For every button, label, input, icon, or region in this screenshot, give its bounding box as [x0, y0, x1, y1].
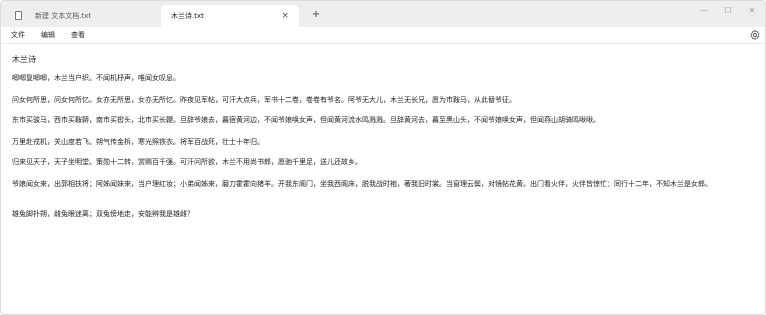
- text-line: 东市买骏马，西市买鞍鞯，南市买辔头，北市买长鞭。旦辞爷娘去，暮宿黄河边，不闻爷娘…: [12, 116, 600, 124]
- text-line: 万里赴戎机，关山度若飞。朔气传金柝，寒光照铁衣。将军百战死，壮士十年归。: [12, 138, 264, 146]
- menu-file[interactable]: 文件: [11, 27, 25, 43]
- document-icon: [15, 11, 22, 20]
- text-line: 木兰诗: [12, 55, 36, 64]
- menu-bar: 文件 编辑 查看: [1, 27, 765, 43]
- menu-view[interactable]: 查看: [71, 27, 85, 43]
- empty-text-area[interactable]: [12, 231, 758, 301]
- tab-label: 新建 文本文档.txt: [35, 12, 92, 20]
- tab-mulan-poem[interactable]: 木兰诗.txt ×: [161, 5, 299, 27]
- text-line: 归来见天子，天子坐明堂。策勋十二转，赏赐百千强。可汗问所欲，木兰不用尚书郎，愿驰…: [12, 158, 362, 166]
- menu-divider: [1, 43, 765, 44]
- text-line: 爷娘闻女来，出郭相扶将；阿姊闻妹来，当户理红妆；小弟闻姊来，磨刀霍霍向猪羊。开我…: [12, 180, 712, 188]
- text-line: 问女何所思，问女何所忆。女亦无所思，女亦无所忆。昨夜见军帖，可汗大点兵，军书十二…: [12, 96, 516, 104]
- close-window-button[interactable]: ✕: [737, 1, 765, 23]
- tab-close-button[interactable]: ×: [281, 5, 289, 27]
- notepad-window: 新建 文本文档.txt 木兰诗.txt × + — ☐ ✕ 文件 编辑 查看 木…: [0, 0, 766, 315]
- text-line: 雄兔脚扑朔，雌兔眼迷离；双兔傍地走，安能辨我是雄雌？: [12, 210, 194, 218]
- text-line: 唧唧复唧唧，木兰当户织。不闻机杼声，唯闻女叹息。: [12, 74, 180, 82]
- new-tab-button[interactable]: +: [307, 5, 325, 25]
- title-bar: 新建 文本文档.txt 木兰诗.txt × + — ☐ ✕: [1, 1, 765, 27]
- gear-icon[interactable]: [749, 29, 761, 41]
- tab-label: 木兰诗.txt: [171, 12, 204, 20]
- tab-new-text-document[interactable]: 新建 文本文档.txt: [7, 5, 157, 27]
- text-editor[interactable]: 木兰诗 唧唧复唧唧，木兰当户织。不闻机杼声，唯闻女叹息。 问女何所思，问女何所忆…: [12, 53, 758, 308]
- menu-edit[interactable]: 编辑: [41, 27, 55, 43]
